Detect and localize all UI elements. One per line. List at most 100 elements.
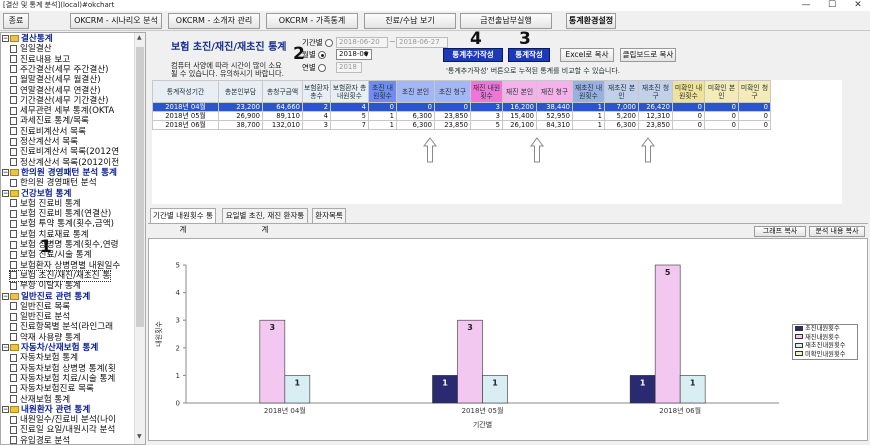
- tab-visit-count[interactable]: 기간별 내원횟수 통계: [150, 208, 216, 234]
- column-header[interactable]: 총청구금액: [262, 80, 303, 103]
- tree-item[interactable]: 보험 진료비 통계: [10, 199, 81, 209]
- tree-item[interactable]: 세무관련 세부 통계(OKTA: [10, 106, 114, 116]
- tree-item[interactable]: 진료내용 보고: [10, 55, 70, 65]
- tree-group[interactable]: − 자동차/산재보험 통계: [2, 343, 98, 353]
- tree-item[interactable]: 보험 투약 통계(횟수,금액): [10, 219, 114, 229]
- stats-settings-button[interactable]: 통계환경설정: [566, 13, 616, 29]
- collapse-icon[interactable]: −: [2, 292, 9, 300]
- column-header[interactable]: 미확인 내원횟수: [672, 80, 705, 103]
- tree-item[interactable]: 보험 상병명 통계(횟수,연령: [10, 240, 119, 250]
- tree-item[interactable]: 내원일수/진료비 분석(나이: [10, 415, 116, 425]
- column-header[interactable]: 재초진 청구: [638, 80, 673, 103]
- column-header[interactable]: 보험환자 총내원횟수: [330, 80, 369, 103]
- document-icon: [10, 384, 17, 393]
- excel-copy-button[interactable]: Excel로 복사: [560, 48, 614, 62]
- collapse-icon[interactable]: −: [2, 189, 9, 197]
- column-header[interactable]: 총본인부담: [218, 80, 263, 103]
- column-header[interactable]: 미확인 본인: [704, 80, 739, 103]
- tree-group[interactable]: − 일반진료 관련 통계: [2, 292, 90, 302]
- collapse-icon[interactable]: −: [2, 35, 9, 42]
- okcrm-referrer-button[interactable]: OKCRM - 소개자 관리: [168, 13, 260, 29]
- tree-item[interactable]: 산재보험 통계: [10, 395, 70, 405]
- tree-item[interactable]: 일일결산: [10, 44, 52, 54]
- report-tree[interactable]: − 결산통계 일일결산 진료내용 보고 주간결산(세무 주간결산) 월말결산(세무 월결산…: [0, 32, 146, 445]
- tree-item[interactable]: 한의원 경영패턴 분석: [10, 178, 97, 188]
- stats-grid[interactable]: 통계작성기간 총본인부담 총청구금액 보험환자 총수 보험환자 총내원횟수 초진 내원횟수…: [152, 80, 771, 130]
- column-header[interactable]: 미확인 청구: [738, 80, 771, 103]
- column-header[interactable]: 재진 내원횟수: [470, 80, 503, 103]
- tree-item[interactable]: 진료비계산서 목록: [10, 127, 86, 137]
- tree-item[interactable]: 진료일 요일/내원시각 분석: [10, 425, 115, 435]
- okcrm-scenario-button[interactable]: OKCRM - 시나리오 분석: [70, 13, 162, 29]
- month-radio[interactable]: 월별: [302, 49, 327, 60]
- exit-button[interactable]: 종료: [3, 13, 29, 29]
- treatment-view-button[interactable]: 진료/수납 보기: [364, 13, 456, 29]
- tree-group[interactable]: − 한의원 경영패턴 분석 통계: [2, 168, 117, 178]
- column-header[interactable]: 통계작성기간: [152, 80, 219, 103]
- okcrm-family-button[interactable]: OKCRM - 가족통계: [266, 13, 358, 29]
- tree-item[interactable]: 기간결산(세무 기간결산): [10, 96, 109, 106]
- tree-item[interactable]: 부항 이탈자 통계: [10, 281, 81, 291]
- column-header[interactable]: 재진 청구: [536, 80, 573, 103]
- tree-item[interactable]: 일반진료 목록: [10, 302, 70, 312]
- year-field[interactable]: 2018: [336, 62, 362, 73]
- year-radio[interactable]: 연별: [302, 62, 327, 73]
- table-row[interactable]: 2018년 04월 23,200 64,660 2 4 0 0 0 3 16,200 38,440 1…: [152, 102, 771, 112]
- tree-item[interactable]: 일반진료 분석: [10, 312, 70, 322]
- tree-item[interactable]: 과세진료 통계/목록: [10, 116, 89, 126]
- collapse-icon[interactable]: −: [2, 344, 9, 351]
- tree-item[interactable]: 주간결산(세무 주간결산): [10, 65, 109, 75]
- date-to-field[interactable]: 2018-06-27: [396, 37, 448, 48]
- tree-group[interactable]: − 내원환자 관련 통계: [2, 405, 90, 415]
- column-header[interactable]: 초진 내원횟수: [368, 80, 397, 103]
- tree-item[interactable]: 자동차보험진료 목록: [10, 384, 94, 394]
- tree-item[interactable]: 연말결산(세무 연결산): [10, 86, 101, 96]
- tree-item[interactable]: 월말결산(세무 월결산): [10, 75, 101, 85]
- tab-patient-list[interactable]: 환자목록: [312, 208, 346, 223]
- period-radio-button[interactable]: [325, 39, 334, 47]
- table-row[interactable]: 2018년 05월 26,900 89,110 4 5 1 6,300 23,850 3 15,4…: [152, 111, 771, 121]
- month-dropdown-icon[interactable]: ▼: [364, 49, 369, 60]
- tree-scrollbar[interactable]: ▲ ▼: [134, 33, 145, 444]
- maximize-icon[interactable]: ☐: [820, 0, 844, 11]
- add-stats-button[interactable]: 통계추가작성: [443, 48, 503, 62]
- make-stats-button[interactable]: 통계작성: [508, 48, 550, 62]
- tree-item[interactable]: 정산계산서 목록: [10, 137, 78, 147]
- tree-item[interactable]: 보험환자 상병명별 내원일수: [10, 261, 120, 271]
- collapse-icon[interactable]: −: [2, 168, 9, 176]
- tree-item[interactable]: 진료항목별 분석(라인그래: [10, 322, 113, 332]
- tab-weekday-stats[interactable]: 요일별 초진, 재진 환자통계: [222, 208, 308, 234]
- table-cell: 0: [672, 120, 705, 130]
- minimize-icon[interactable]: —: [794, 0, 818, 11]
- date-from-field[interactable]: 2018-06-20: [336, 37, 388, 48]
- year-radio-button[interactable]: [318, 64, 327, 72]
- table-row[interactable]: 2018년 06월 38,700 132,010 3 7 1 6,300 23,850 5 26,…: [152, 120, 771, 130]
- column-header[interactable]: 보험환자 총수: [302, 80, 331, 103]
- tree-item[interactable]: 정산계산서 목록(2012이전: [10, 158, 119, 168]
- column-header[interactable]: 초진 본인: [396, 80, 435, 103]
- column-header[interactable]: 초진 청구: [434, 80, 471, 103]
- tree-item[interactable]: 자동차보험 상병명 통계(횟: [10, 364, 116, 374]
- clipboard-copy-button[interactable]: 클립보드로 복사: [620, 48, 676, 62]
- close-icon[interactable]: ✕: [846, 0, 870, 11]
- tree-item[interactable]: 보험 초진/재진/재초진 통: [8, 269, 112, 283]
- cashbook-button[interactable]: 금전출납부실행: [460, 13, 552, 29]
- tree-item[interactable]: 자동차보험 치료/시술 통계: [10, 374, 115, 384]
- collapse-icon[interactable]: −: [2, 405, 9, 413]
- tree-item[interactable]: 자동차보험 통계: [10, 353, 78, 363]
- tree-group[interactable]: − 건강보험 통계: [2, 189, 71, 199]
- tree-item[interactable]: 보험 진료비 통계(연결산): [10, 209, 111, 219]
- tree-group[interactable]: − 결산통계: [2, 34, 53, 44]
- copy-analysis-button[interactable]: 분석 내용 복사: [809, 226, 865, 237]
- stats-table[interactable]: 통계작성기간 총본인부담 총청구금액 보험환자 총수 보험환자 총내원횟수 초진 내원횟수…: [152, 80, 842, 130]
- copy-graph-button[interactable]: 그래프 복사: [754, 226, 806, 237]
- column-header[interactable]: 재진 본인: [502, 80, 537, 103]
- column-header[interactable]: 재초진 내원횟수: [572, 80, 605, 103]
- tree-item[interactable]: 진료비계산서 목록(2012연: [10, 147, 119, 157]
- tree-item[interactable]: 약재 사용량 통계: [10, 333, 81, 343]
- tree-item[interactable]: 유입경로 분석: [10, 436, 70, 444]
- column-header[interactable]: 재초진 본인: [604, 80, 639, 103]
- month-radio-button[interactable]: [318, 51, 327, 59]
- period-radio[interactable]: 기간별: [302, 37, 334, 48]
- tree-label: 보험 진료비 통계(연결산): [20, 209, 112, 220]
